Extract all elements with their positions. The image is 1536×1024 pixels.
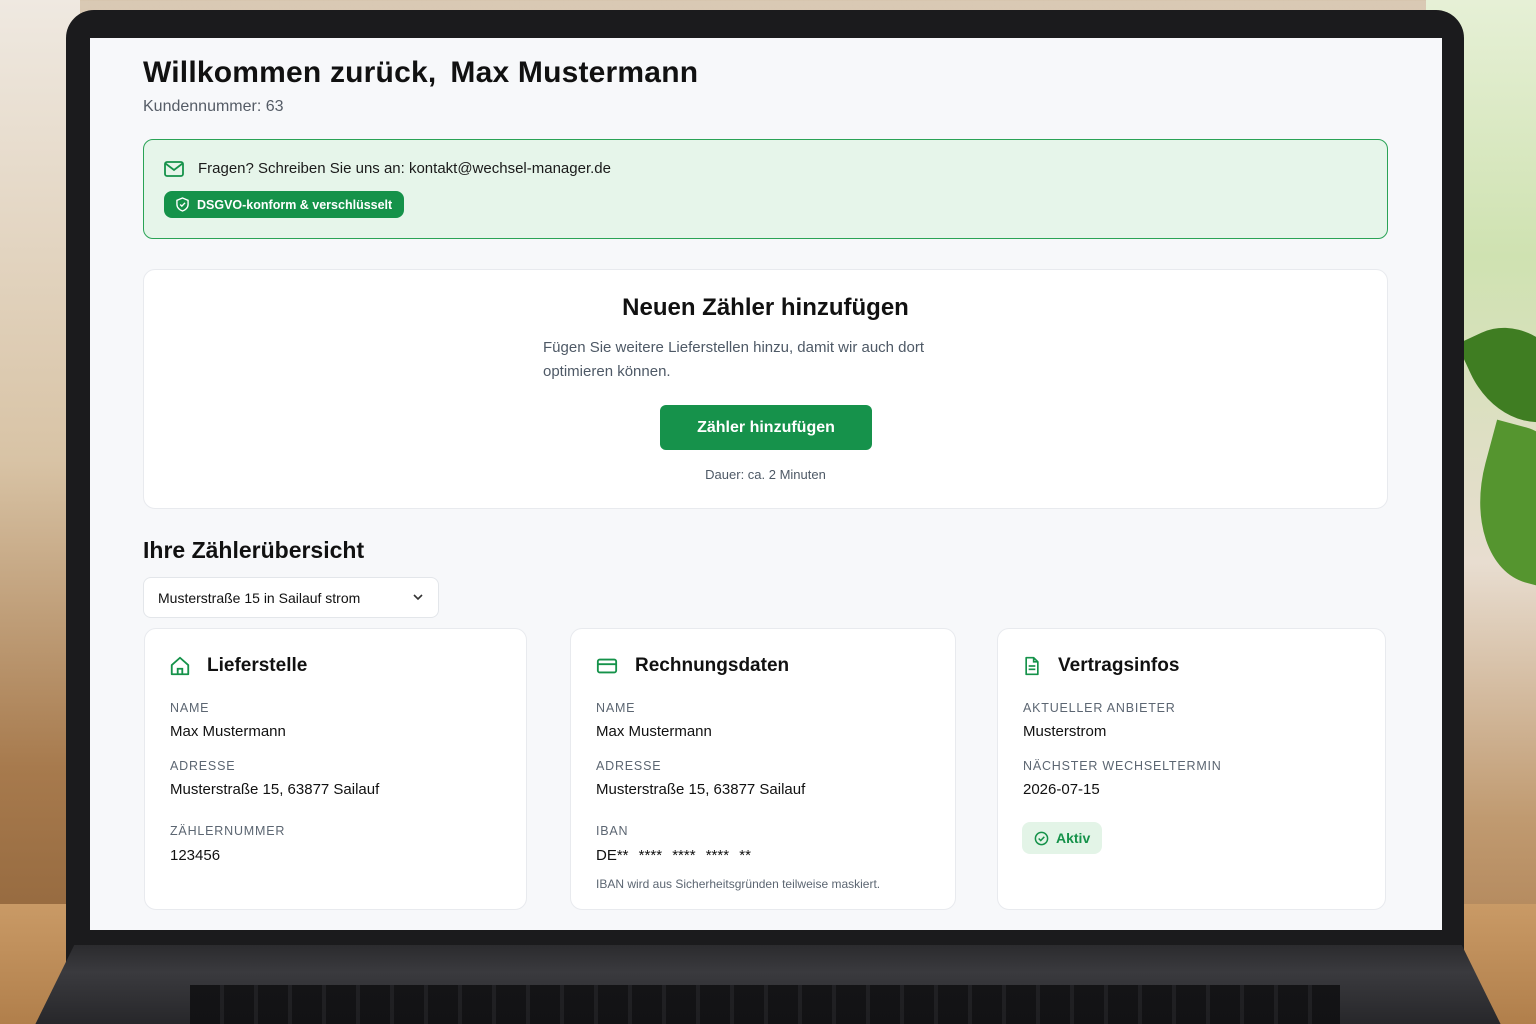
status-badge: Aktiv [1022, 822, 1103, 854]
iban-label: IBAN [596, 824, 629, 838]
overview-title: Ihre Zählerübersicht [143, 537, 365, 563]
meter-select-value: Musterstraße 15 in Sailauf strom [158, 589, 361, 606]
user-name: Max Mustermann [450, 56, 699, 89]
meter-number-label: ZÄHLERNUMMER [170, 824, 286, 838]
add-meter-duration: Dauer: ca. 2 Minuten [705, 467, 826, 482]
supply-card-header: Lieferstelle [169, 655, 307, 677]
document-icon [1025, 656, 1039, 676]
meter-select[interactable]: Musterstraße 15 in Sailauf strom [143, 577, 439, 618]
plant-leaf [1458, 419, 1536, 591]
billing-card-title: Rechnungsdaten [635, 655, 790, 676]
check-circle-icon [1034, 831, 1049, 845]
iban-note: IBAN wird aus Sicherheitsgründen teilwei… [596, 877, 881, 891]
add-meter-title: Neuen Zähler hinzufügen [622, 294, 909, 321]
supply-address-label: ADRESSE [170, 759, 236, 773]
next-switch-date: 2026-07-15 [1023, 781, 1100, 798]
next-switch-label: NÄCHSTER WECHSELTERMIN [1023, 759, 1222, 773]
dashboard-screen: Willkommen zurück, Max Mustermann Kundenn… [90, 38, 1442, 930]
billing-card: Rechnungsdaten NAME Max Mustermann ADRES… [570, 628, 956, 910]
credit-card-icon [596, 658, 618, 674]
home-icon [170, 656, 190, 676]
supply-card-title: Lieferstelle [207, 655, 308, 676]
chevron-down-icon [413, 594, 423, 601]
add-meter-description: Fügen Sie weitere Lieferstellen hinzu, d… [543, 339, 925, 380]
supply-name: Max Mustermann [170, 723, 286, 740]
provider-value: Musterstrom [1023, 723, 1107, 740]
dsgvo-badge-label: DSGVO-konform & verschlüsselt [197, 197, 393, 212]
welcome-heading: Willkommen zurück, Max Mustermann [143, 56, 712, 90]
supply-point-card: Lieferstelle NAME Max Mustermann ADRESSE… [144, 628, 527, 910]
iban-value: DE** **** **** **** ** [596, 847, 751, 864]
add-meter-card: Neuen Zähler hinzufügen Fügen Sie weiter… [143, 269, 1388, 509]
billing-address-label: ADRESSE [596, 759, 662, 773]
contact-line: Fragen? Schreiben Sie uns an: kontakt@we… [164, 160, 611, 177]
billing-name: Max Mustermann [596, 723, 712, 740]
status-label: Aktiv [1056, 830, 1091, 846]
billing-card-header: Rechnungsdaten [595, 655, 789, 677]
supply-name-label: NAME [170, 701, 210, 715]
billing-address: Musterstraße 15, 63877 Sailauf [596, 781, 806, 798]
contract-card-title: Vertragsinfos [1058, 655, 1180, 676]
contact-info-box: Fragen? Schreiben Sie uns an: kontakt@we… [143, 139, 1388, 239]
add-meter-button[interactable]: Zähler hinzufügen [660, 405, 872, 450]
contract-card: Vertragsinfos AKTUELLER ANBIETER Musters… [997, 628, 1386, 910]
provider-label: AKTUELLER ANBIETER [1023, 701, 1176, 715]
contract-card-header: Vertragsinfos [1022, 655, 1179, 677]
welcome-prefix: Willkommen zurück, [143, 56, 437, 89]
contact-text[interactable]: Fragen? Schreiben Sie uns an: kontakt@we… [198, 160, 611, 177]
billing-name-label: NAME [596, 701, 636, 715]
meter-number: 123456 [170, 847, 221, 864]
laptop-keyboard [190, 985, 1340, 1024]
shield-check-icon [176, 197, 189, 212]
mail-icon [164, 160, 184, 177]
supply-address: Musterstraße 15, 63877 Sailauf [170, 781, 380, 798]
customer-number: Kundennummer: 63 [143, 98, 284, 115]
dsgvo-badge: DSGVO-konform & verschlüsselt [164, 191, 405, 218]
